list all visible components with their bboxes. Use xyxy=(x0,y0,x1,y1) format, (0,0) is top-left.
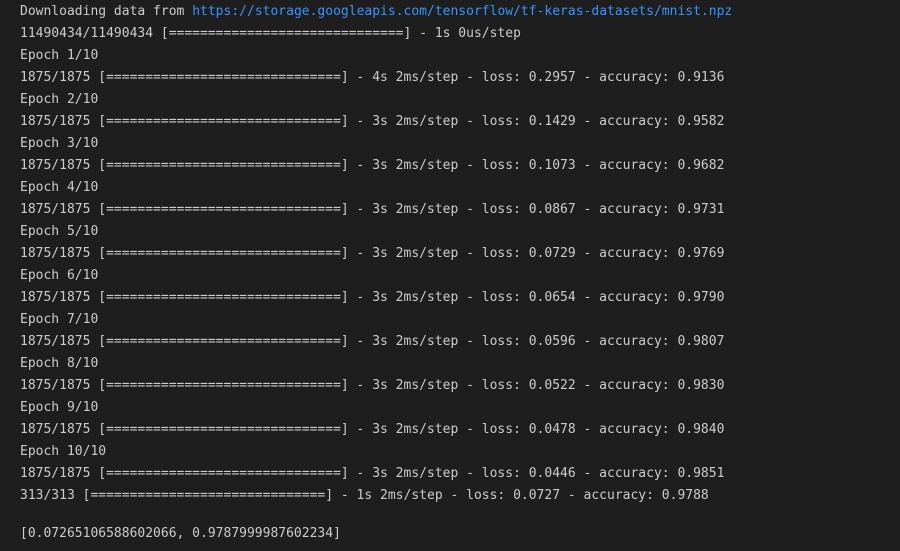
epoch-label: Epoch 5/10 xyxy=(20,224,99,239)
epoch-label: Epoch 3/10 xyxy=(20,136,99,151)
download-line: Downloading data from https://storage.go… xyxy=(20,1,900,23)
download-prefix: Downloading data from xyxy=(20,4,185,19)
epoch-progress-line: 1875/1875 [=============================… xyxy=(20,70,725,85)
epoch-progress-line: 1875/1875 [=============================… xyxy=(20,246,725,261)
output-spacer xyxy=(20,507,900,523)
epoch-progress-line: 1875/1875 [=============================… xyxy=(20,202,725,217)
epoch-label: Epoch 8/10 xyxy=(20,356,99,371)
epoch-label: Epoch 7/10 xyxy=(20,312,99,327)
epoch-progress-line: 1875/1875 [=============================… xyxy=(20,378,725,393)
result-line: [0.07265106588602066, 0.9787999987602234… xyxy=(20,526,341,541)
epoch-progress-line: 1875/1875 [=============================… xyxy=(20,290,725,305)
epoch-progress-line: 1875/1875 [=============================… xyxy=(20,114,725,129)
epoch-progress-line: 1875/1875 [=============================… xyxy=(20,466,725,481)
epoch-label: Epoch 4/10 xyxy=(20,180,99,195)
epoch-label: Epoch 1/10 xyxy=(20,48,99,63)
output-console: Downloading data from https://storage.go… xyxy=(0,0,900,551)
evaluation-line: 313/313 [==============================]… xyxy=(20,488,709,503)
epoch-progress-line: 1875/1875 [=============================… xyxy=(20,422,725,437)
epoch-progress-line: 1875/1875 [=============================… xyxy=(20,158,725,173)
epoch-label: Epoch 10/10 xyxy=(20,444,107,459)
epoch-label: Epoch 2/10 xyxy=(20,92,99,107)
download-progress-line: 11490434/11490434 [=====================… xyxy=(20,26,521,41)
epoch-label: Epoch 6/10 xyxy=(20,268,99,283)
epoch-label: Epoch 9/10 xyxy=(20,400,99,415)
epoch-progress-line: 1875/1875 [=============================… xyxy=(20,334,725,349)
dataset-url-link[interactable]: https://storage.googleapis.com/tensorflo… xyxy=(192,4,732,19)
